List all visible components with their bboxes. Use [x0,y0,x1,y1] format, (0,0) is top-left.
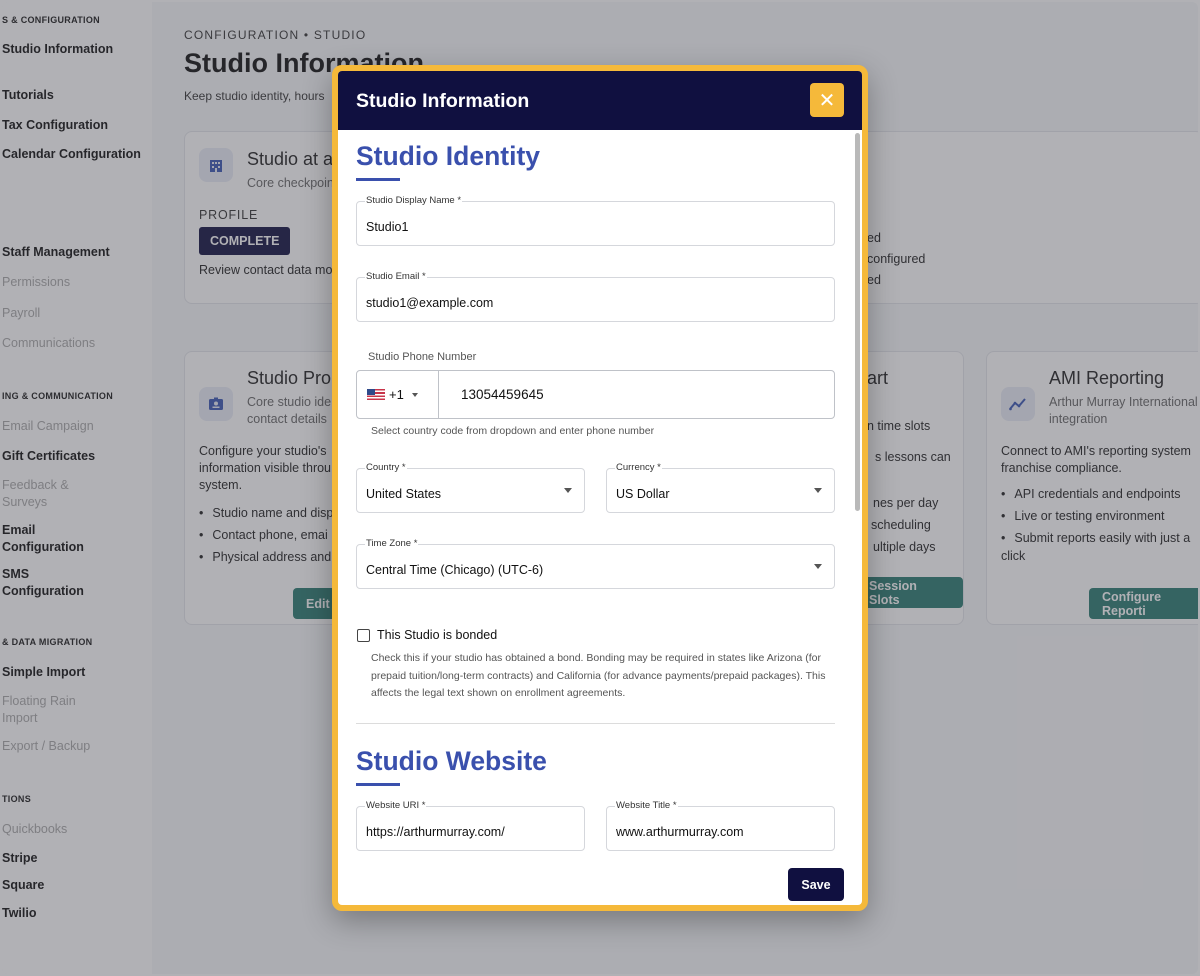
studio-email-field[interactable]: Studio Email * studio1@example.com [356,271,835,322]
currency-select[interactable]: Currency * US Dollar [606,462,835,513]
field-value: Studio1 [366,220,409,234]
field-label: Studio Email * [365,271,427,282]
heading-underline [356,178,400,181]
caret-down-icon [411,392,418,397]
field-value: studio1@example.com [366,296,494,310]
dialog-header: Studio Information ✕ [338,71,862,130]
studio-website-heading: Studio Website [356,746,547,776]
phone-label: Studio Phone Number [368,351,477,363]
dropdown-arrow-icon [814,564,822,569]
phone-help-text: Select country code from dropdown and en… [371,425,655,437]
section-divider [356,723,835,724]
close-button[interactable]: ✕ [810,83,844,117]
dropdown-arrow-icon [564,488,572,493]
field-label: Time Zone * [365,538,419,549]
studio-display-name-field[interactable]: Studio Display Name * Studio1 [356,195,835,246]
phone-number-value[interactable]: 13054459645 [461,387,544,402]
field-label: Studio Display Name * [365,195,463,206]
field-value: United States [366,487,442,501]
dialog-title: Studio Information [356,90,530,112]
field-value: Central Time (Chicago) (UTC-6) [366,563,544,577]
phone-input[interactable]: +1 13054459645 [356,370,835,419]
field-value: https://arthurmurray.com/ [366,825,505,839]
field-value: US Dollar [616,487,670,501]
country-select[interactable]: Country * United States [356,462,585,513]
dialog-body: Studio Identity Studio Display Name * St… [338,130,862,905]
close-icon: ✕ [818,89,836,112]
field-value: www.arthurmurray.com [616,825,744,839]
studio-identity-heading: Studio Identity [356,141,541,171]
website-uri-field[interactable]: Website URI * https://arthurmurray.com/ [356,800,585,851]
field-label: Country * [365,462,407,473]
dropdown-arrow-icon [814,488,822,493]
field-label: Currency * [615,462,662,473]
country-code-dropdown[interactable]: +1 [357,371,439,418]
website-title-field[interactable]: Website Title * www.arthurmurray.com [606,800,835,851]
time-zone-select[interactable]: Time Zone * Central Time (Chicago) (UTC-… [356,538,835,589]
bonded-label[interactable]: This Studio is bonded [377,628,497,642]
country-code: +1 [389,387,404,402]
bonded-help-text: Check this if your studio has obtained a… [371,652,826,699]
field-label: Website Title * [615,800,678,811]
bonded-checkbox[interactable] [357,629,370,642]
dialog-scrollbar[interactable] [855,133,860,511]
heading-underline [356,783,400,786]
field-label: Website URI * [365,800,427,811]
save-button[interactable]: Save [788,868,844,901]
us-flag-icon [367,389,385,400]
studio-information-dialog: Studio Information ✕ Studio Identity Stu… [332,65,868,911]
